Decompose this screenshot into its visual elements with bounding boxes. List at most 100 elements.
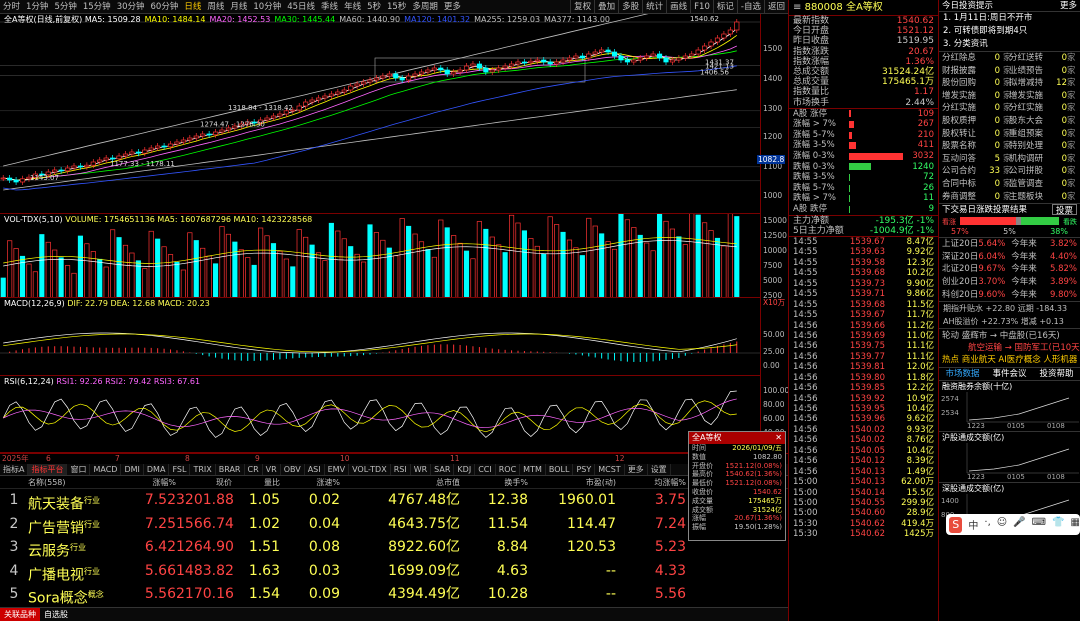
period-tab[interactable]: 分时 <box>0 0 23 13</box>
toolbar-button[interactable]: 多股 <box>618 0 642 13</box>
toolbar-button[interactable]: 画线 <box>666 0 690 13</box>
indicator-tab[interactable]: 窗口 <box>67 464 91 475</box>
period-tab[interactable]: 60分钟 <box>148 0 182 13</box>
news-item[interactable]: 1. 1月11日:周日不开市 <box>939 12 1080 25</box>
indicator-tab[interactable]: KDJ <box>454 464 476 475</box>
indicator-tab[interactable]: DMA <box>144 464 170 475</box>
stat-row[interactable]: 券商调整 0 家主题板块 0 家 <box>939 191 1080 204</box>
kline-pane[interactable]: 全A等权(日线,前复权) MA5: 1509.28 MA10: 1484.14 MA… <box>0 14 760 214</box>
ime-item-icon[interactable]: ·, <box>984 517 990 532</box>
period-tab[interactable]: 日线 <box>181 0 204 13</box>
column-header[interactable]: 量比 <box>232 477 280 488</box>
ime-item-icon[interactable]: 👕 <box>1052 517 1064 532</box>
period-tab[interactable]: 年线 <box>341 0 364 13</box>
sector-name[interactable]: Sora概念概念 <box>28 583 128 607</box>
macd-pane[interactable]: MACD(12,26,9) DIF: 22.79 DEA: 12.68 MACD… <box>0 298 760 376</box>
indicator-tab[interactable]: SAR <box>431 464 455 475</box>
column-header[interactable]: 现价 <box>176 477 232 488</box>
ime-item-icon[interactable]: 🎤 <box>1013 517 1025 532</box>
bottom-tab[interactable]: 自选股 <box>40 608 72 621</box>
indicator-tab[interactable]: ASI <box>305 464 325 475</box>
period-tab[interactable]: 30分钟 <box>114 0 148 13</box>
table-row[interactable]: 3 云服务行业 6.42 1264.90 1.51 0.08 8922.60亿 8.84 120… <box>0 536 788 560</box>
period-tab[interactable]: 5分钟 <box>51 0 79 13</box>
info-tab[interactable]: 投资帮助 <box>1033 368 1080 380</box>
stat-row[interactable]: 股份回购 0 家拟增减持 12 家 <box>939 77 1080 90</box>
close-icon[interactable]: ✕ <box>775 432 782 444</box>
period-tab[interactable]: 5秒 <box>364 0 384 13</box>
indicator-tab[interactable]: VOL-TDX <box>349 464 391 475</box>
indicator-tab[interactable]: OBV <box>281 464 305 475</box>
column-header[interactable]: 涨幅% <box>128 477 176 488</box>
ime-toolbar[interactable]: S 中 ·, ☺ 🎤 ⌨ 👕 ▦ <box>946 514 1080 535</box>
stat-row[interactable]: 财报披露 0 家业绩预告 0 家 <box>939 65 1080 78</box>
indicator-tab[interactable]: TRIX <box>190 464 216 475</box>
period-tab[interactable]: 更多 <box>441 0 464 13</box>
period-tab[interactable]: 月线 <box>227 0 250 13</box>
period-tab[interactable]: 45日线 <box>284 0 318 13</box>
indicator-tab[interactable]: EMV <box>325 464 350 475</box>
indicator-tab[interactable]: 设置 <box>648 464 671 475</box>
toolbar-button[interactable]: 统计 <box>642 0 666 13</box>
sector-name[interactable]: 航天装备行业 <box>28 489 128 513</box>
toolbar-button[interactable]: 叠加 <box>594 0 618 13</box>
period-tab[interactable]: 15秒 <box>384 0 409 13</box>
toolbar-button[interactable]: 复权 <box>570 0 594 13</box>
period-tab[interactable]: 10分钟 <box>250 0 284 13</box>
toolbar-button[interactable]: 返回 <box>763 0 788 13</box>
rsi-pane[interactable]: RSI(6,12,24) RSI1: 92.26 RSI2: 79.42 RSI… <box>0 376 760 453</box>
stat-row[interactable]: 分红除息 0 家分红送转 0 家 <box>939 52 1080 65</box>
period-tab[interactable]: 多周期 <box>409 0 441 13</box>
column-header[interactable]: 换手% <box>460 477 528 488</box>
column-header[interactable]: 总市值 <box>340 477 460 488</box>
indicator-tab[interactable]: MACD <box>90 464 122 475</box>
stat-row[interactable]: 分红实施 0 家分红实施 0 家 <box>939 102 1080 115</box>
ime-item-icon[interactable]: ⌨ <box>1032 517 1046 532</box>
info-tab[interactable]: 市场数据 <box>939 368 986 380</box>
ime-item-icon[interactable]: ☺ <box>997 517 1007 532</box>
indicator-tab[interactable]: 指标平台 <box>28 464 68 475</box>
toolbar-button[interactable]: 标记 <box>712 0 737 13</box>
indicator-tab[interactable]: ROC <box>496 464 521 475</box>
indicator-tab[interactable]: MTM <box>520 464 546 475</box>
sector-name[interactable]: 广告营销行业 <box>28 513 128 537</box>
column-header[interactable]: 市盈(动) <box>528 477 616 488</box>
table-row[interactable]: 1 航天装备行业 7.52 3201.88 1.05 0.02 4767.48亿 12.38 1… <box>0 489 788 513</box>
indicator-tab[interactable]: 指标A <box>0 464 29 475</box>
period-tab[interactable]: 1分钟 <box>23 0 51 13</box>
volume-pane[interactable]: VOL-TDX(5,10) VOLUME: 1754651136 MA5: 16… <box>0 214 760 298</box>
table-row[interactable]: 2 广告营销行业 7.25 1566.74 1.02 0.04 4643.75亿 11.54 1… <box>0 513 788 537</box>
ime-item-icon[interactable]: ▦ <box>1071 517 1080 532</box>
stat-row[interactable]: 股权转让 0 家重组预案 0 家 <box>939 128 1080 141</box>
sogou-logo-icon[interactable]: S <box>949 516 963 533</box>
menu-icon[interactable]: ≡ <box>793 2 801 13</box>
more-link[interactable]: 更多 <box>1060 0 1077 11</box>
stat-row[interactable]: 股权质押 0 家股东大会 0 家 <box>939 115 1080 128</box>
stat-row[interactable]: 增发实施 0 家增发实施 0 家 <box>939 90 1080 103</box>
indicator-tab[interactable]: WR <box>411 464 432 475</box>
column-header[interactable] <box>0 477 28 488</box>
period-tab[interactable]: 周线 <box>204 0 227 13</box>
news-item[interactable]: 2. 可转债即将到期4只 <box>939 25 1080 38</box>
volume-chart[interactable] <box>0 214 760 298</box>
toolbar-button[interactable]: F10 <box>690 0 713 13</box>
stat-row[interactable]: 合同中标 0 家监管调查 0 家 <box>939 178 1080 191</box>
indicator-tab[interactable]: VR <box>263 464 281 475</box>
period-tab[interactable]: 15分钟 <box>80 0 114 13</box>
indicator-tab[interactable]: RSI <box>391 464 411 475</box>
indicator-tab[interactable]: BRAR <box>216 464 245 475</box>
indicator-tab[interactable]: MCST <box>595 464 625 475</box>
indicator-tab[interactable]: FSL <box>169 464 191 475</box>
bottom-tab[interactable]: 关联品种 <box>0 608 40 621</box>
indicator-tab[interactable]: CCI <box>475 464 496 475</box>
vote-button[interactable]: 投票 <box>1051 204 1077 216</box>
stat-row[interactable]: 互动问答 5 家机构调研 0 家 <box>939 153 1080 166</box>
indicator-tab[interactable]: BOLL <box>546 464 574 475</box>
indicator-tab[interactable]: DMI <box>121 464 144 475</box>
column-header[interactable]: 涨速% <box>280 477 340 488</box>
table-row[interactable]: 4 广播电视行业 5.66 1483.82 1.63 0.03 1699.09亿 4.63 --… <box>0 560 788 584</box>
info-tab[interactable]: 事件会议 <box>986 368 1033 380</box>
indicator-tab[interactable]: PSY <box>573 464 596 475</box>
stat-row[interactable]: 股票名称 0 家特别处理 0 家 <box>939 140 1080 153</box>
table-row[interactable]: 5 Sora概念概念 5.56 2170.16 1.54 0.09 4394.49亿 10.2… <box>0 583 788 607</box>
